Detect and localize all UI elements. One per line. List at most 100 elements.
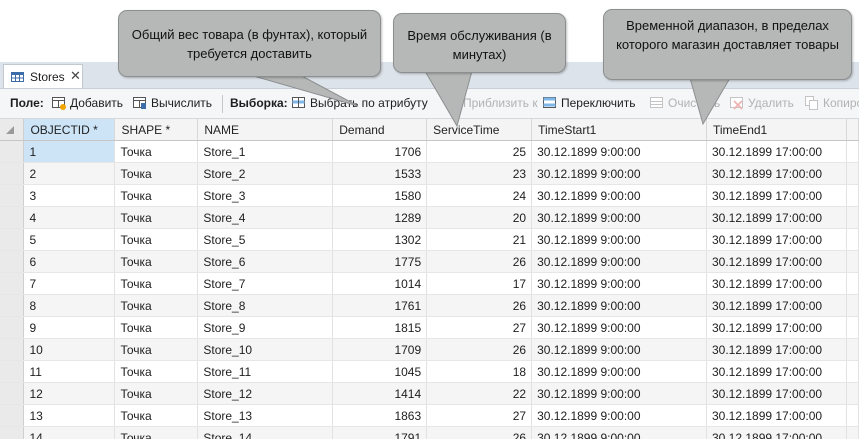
cell-demand[interactable]: 1775 — [332, 250, 428, 273]
zoom-to-button[interactable]: Приблизить к — [445, 96, 538, 112]
table-row[interactable]: 14 Точка Store_14 1791 26 30.12.1899 9:00:00 3… — [0, 426, 859, 439]
row-selector[interactable] — [0, 294, 25, 317]
cell-servicetime[interactable]: 21 — [426, 228, 533, 251]
cell-name[interactable]: Store_2 — [197, 162, 334, 185]
cell-timeend1[interactable]: 30.12.1899 17:00:00 — [706, 294, 847, 317]
row-selector[interactable] — [0, 426, 25, 439]
cell-shape[interactable]: Точка — [114, 272, 199, 295]
cell-objectid[interactable]: 5 — [23, 228, 116, 251]
table-row[interactable]: 3 Точка Store_3 1580 24 30.12.1899 9:00:00 30.… — [0, 184, 859, 207]
row-selector[interactable] — [0, 382, 25, 405]
table-row[interactable]: 1 Точка Store_1 1706 25 30.12.1899 9:00:00 30.… — [0, 140, 859, 163]
switch-selection-button[interactable]: Переключить — [543, 96, 635, 112]
cell-servicetime[interactable]: 26 — [426, 294, 533, 317]
row-selector[interactable] — [0, 338, 25, 361]
cell-timestart1[interactable]: 30.12.1899 9:00:00 — [531, 250, 707, 273]
cell-demand[interactable]: 1863 — [332, 404, 428, 427]
cell-servicetime[interactable]: 27 — [426, 316, 533, 339]
cell-servicetime[interactable]: 22 — [426, 382, 533, 405]
column-header-demand[interactable]: Demand — [332, 119, 428, 141]
cell-timestart1[interactable]: 30.12.1899 9:00:00 — [531, 294, 707, 317]
copy-selection-button[interactable]: Копировать — [805, 96, 859, 112]
cell-name[interactable]: Store_7 — [197, 272, 334, 295]
table-row[interactable]: 8 Точка Store_8 1761 26 30.12.1899 9:00:00 30.… — [0, 294, 859, 317]
cell-servicetime[interactable]: 23 — [426, 162, 533, 185]
cell-timestart1[interactable]: 30.12.1899 9:00:00 — [531, 184, 707, 207]
cell-objectid[interactable]: 10 — [23, 338, 116, 361]
select-by-attribute-button[interactable]: Выбрать по атрибуту — [292, 96, 428, 112]
cell-demand[interactable]: 1815 — [332, 316, 428, 339]
cell-shape[interactable]: Точка — [114, 338, 199, 361]
cell-servicetime[interactable]: 25 — [426, 140, 533, 163]
cell-objectid[interactable]: 12 — [23, 382, 116, 405]
cell-demand[interactable]: 1302 — [332, 228, 428, 251]
close-icon[interactable]: ✕ — [70, 68, 81, 84]
cell-demand[interactable]: 1045 — [332, 360, 428, 383]
cell-timestart1[interactable]: 30.12.1899 9:00:00 — [531, 404, 707, 427]
cell-objectid[interactable]: 8 — [23, 294, 116, 317]
cell-timeend1[interactable]: 30.12.1899 17:00:00 — [706, 162, 847, 185]
cell-timeend1[interactable]: 30.12.1899 17:00:00 — [706, 316, 847, 339]
calculate-field-button[interactable]: Вычислить — [133, 96, 212, 112]
cell-shape[interactable]: Точка — [114, 316, 199, 339]
cell-objectid[interactable]: 6 — [23, 250, 116, 273]
cell-timeend1[interactable]: 30.12.1899 17:00:00 — [706, 404, 847, 427]
cell-shape[interactable]: Точка — [114, 426, 199, 439]
cell-shape[interactable]: Точка — [114, 382, 199, 405]
cell-servicetime[interactable]: 18 — [426, 360, 533, 383]
cell-timestart1[interactable]: 30.12.1899 9:00:00 — [531, 162, 707, 185]
table-row[interactable]: 13 Точка Store_13 1863 27 30.12.1899 9:00:00 3… — [0, 404, 859, 427]
cell-timeend1[interactable]: 30.12.1899 17:00:00 — [706, 184, 847, 207]
cell-demand[interactable]: 1580 — [332, 184, 428, 207]
cell-name[interactable]: Store_10 — [197, 338, 334, 361]
cell-servicetime[interactable]: 24 — [426, 184, 533, 207]
cell-timestart1[interactable]: 30.12.1899 9:00:00 — [531, 272, 707, 295]
table-row[interactable]: 11 Точка Store_11 1045 18 30.12.1899 9:00:00 3… — [0, 360, 859, 383]
cell-shape[interactable]: Точка — [114, 184, 199, 207]
cell-timestart1[interactable]: 30.12.1899 9:00:00 — [531, 426, 707, 439]
cell-timeend1[interactable]: 30.12.1899 17:00:00 — [706, 140, 847, 163]
cell-timeend1[interactable]: 30.12.1899 17:00:00 — [706, 250, 847, 273]
cell-objectid[interactable]: 7 — [23, 272, 116, 295]
cell-shape[interactable]: Точка — [114, 140, 199, 163]
table-row[interactable]: 6 Точка Store_6 1775 26 30.12.1899 9:00:00 30.… — [0, 250, 859, 273]
add-field-button[interactable]: Добавить — [52, 96, 123, 112]
cell-name[interactable]: Store_13 — [197, 404, 334, 427]
delete-selection-button[interactable]: Удалить — [730, 96, 794, 112]
cell-timeend1[interactable]: 30.12.1899 17:00:00 — [706, 228, 847, 251]
cell-timeend1[interactable]: 30.12.1899 17:00:00 — [706, 272, 847, 295]
cell-timeend1[interactable]: 30.12.1899 17:00:00 — [706, 382, 847, 405]
row-selector[interactable] — [0, 360, 25, 383]
cell-shape[interactable]: Точка — [114, 228, 199, 251]
cell-objectid[interactable]: 4 — [23, 206, 116, 229]
cell-timestart1[interactable]: 30.12.1899 9:00:00 — [531, 228, 707, 251]
table-row[interactable]: 9 Точка Store_9 1815 27 30.12.1899 9:00:00 30.… — [0, 316, 859, 339]
cell-objectid[interactable]: 13 — [23, 404, 116, 427]
cell-demand[interactable]: 1791 — [332, 426, 428, 439]
cell-shape[interactable]: Точка — [114, 360, 199, 383]
column-header-name[interactable]: NAME — [197, 119, 334, 141]
tab-stores[interactable]: Stores ✕ — [3, 64, 83, 88]
cell-timestart1[interactable]: 30.12.1899 9:00:00 — [531, 360, 707, 383]
cell-timestart1[interactable]: 30.12.1899 9:00:00 — [531, 206, 707, 229]
cell-timestart1[interactable]: 30.12.1899 9:00:00 — [531, 140, 707, 163]
cell-timeend1[interactable]: 30.12.1899 17:00:00 — [706, 206, 847, 229]
cell-demand[interactable]: 1414 — [332, 382, 428, 405]
cell-timeend1[interactable]: 30.12.1899 17:00:00 — [706, 360, 847, 383]
cell-name[interactable]: Store_5 — [197, 228, 334, 251]
cell-timestart1[interactable]: 30.12.1899 9:00:00 — [531, 382, 707, 405]
cell-name[interactable]: Store_9 — [197, 316, 334, 339]
cell-name[interactable]: Store_1 — [197, 140, 334, 163]
cell-demand[interactable]: 1709 — [332, 338, 428, 361]
row-selector[interactable] — [0, 272, 25, 295]
cell-objectid[interactable]: 9 — [23, 316, 116, 339]
cell-shape[interactable]: Точка — [114, 294, 199, 317]
table-row[interactable]: 4 Точка Store_4 1289 20 30.12.1899 9:00:00 30.… — [0, 206, 859, 229]
clear-selection-button[interactable]: Очистить — [650, 96, 720, 112]
cell-objectid[interactable]: 3 — [23, 184, 116, 207]
cell-name[interactable]: Store_6 — [197, 250, 334, 273]
row-selector[interactable] — [0, 250, 25, 273]
cell-servicetime[interactable]: 17 — [426, 272, 533, 295]
cell-name[interactable]: Store_12 — [197, 382, 334, 405]
cell-name[interactable]: Store_4 — [197, 206, 334, 229]
